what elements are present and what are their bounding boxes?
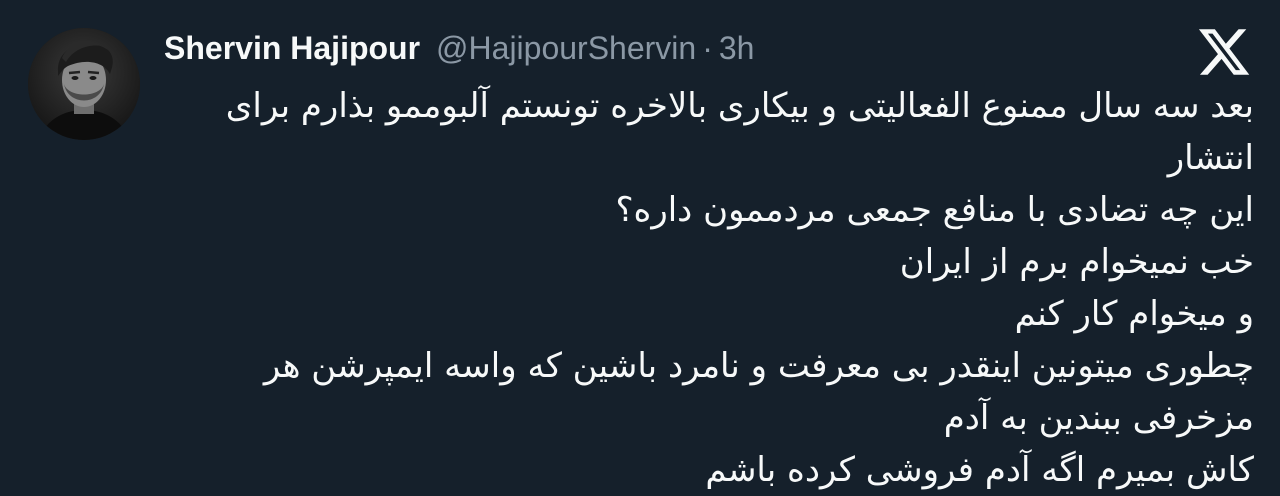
timestamp[interactable]: 3h — [719, 30, 755, 67]
x-logo-icon[interactable] — [1196, 24, 1252, 80]
tweet-line: انتشار — [1167, 138, 1254, 178]
avatar[interactable] — [28, 28, 140, 140]
tweet-line: کاش بمیرم اگه آدم فروشی کرده باشم — [705, 450, 1254, 490]
tweet-line: این چه تضادی با منافع جمعی مردممون داره؟ — [615, 190, 1254, 230]
tweet-card: Shervin Hajipour @HajipourShervin · 3h ب… — [0, 0, 1280, 490]
profile-photo — [28, 28, 140, 140]
tweet-header: Shervin Hajipour @HajipourShervin · 3h — [164, 28, 754, 68]
tweet-line: و میخوام کار کنم — [1014, 294, 1254, 334]
user-handle[interactable]: @HajipourShervin — [436, 30, 696, 67]
tweet-text: بعد سه سال ممنوع الفعالیتی و بیکاری بالا… — [225, 80, 1254, 496]
tweet-line: مزخرفی ببندین به آدم — [943, 398, 1254, 438]
tweet-line: چطوری میتونین اینقدر بی معرفت و نامرد با… — [263, 346, 1254, 386]
display-name[interactable]: Shervin Hajipour — [164, 30, 420, 67]
tweet-line: بعد سه سال ممنوع الفعالیتی و بیکاری بالا… — [225, 86, 1254, 126]
tweet-line: خب نمیخوام برم از ایران — [899, 242, 1254, 282]
separator-dot: · — [702, 29, 713, 66]
